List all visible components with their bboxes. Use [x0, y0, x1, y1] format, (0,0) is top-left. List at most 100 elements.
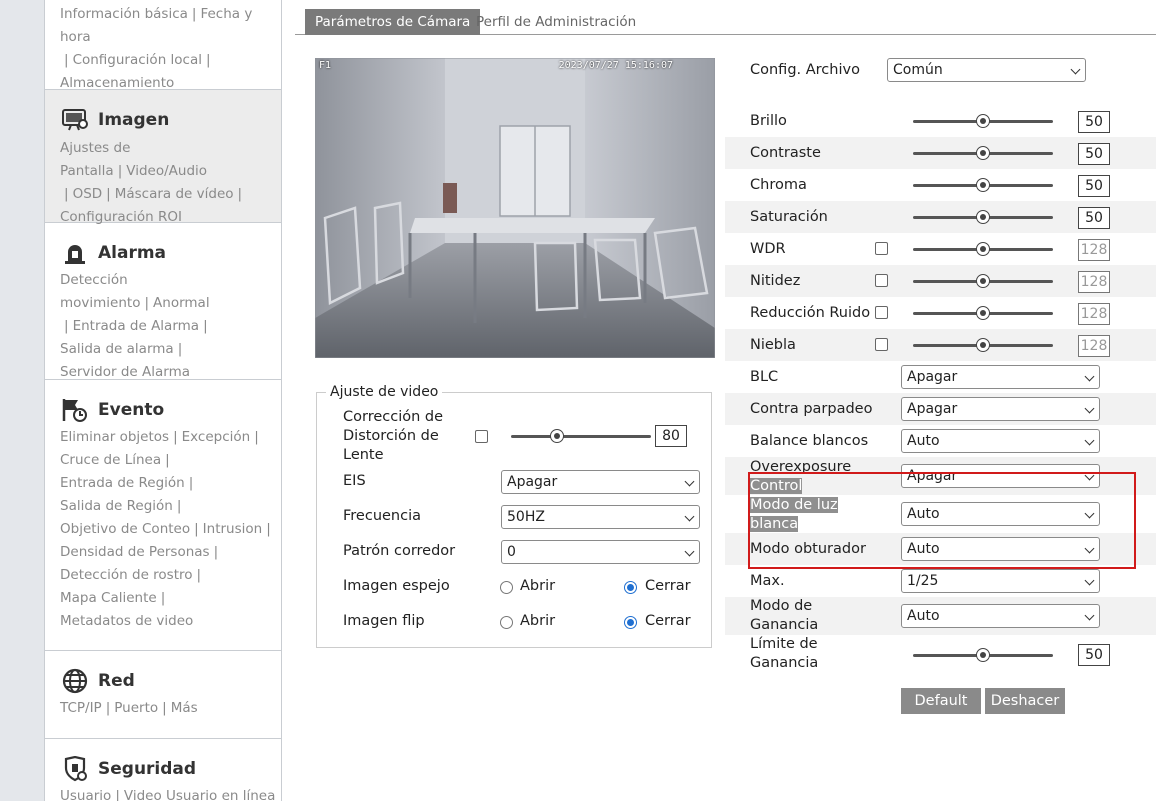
sidebar-link[interactable]: Detección movimiento — [60, 272, 140, 311]
distortion-slider[interactable] — [511, 429, 651, 443]
wdr-value[interactable]: 128 — [1078, 239, 1110, 261]
default-button[interactable]: Default — [901, 688, 981, 714]
blc-select[interactable]: Apagar — [901, 365, 1100, 389]
defog-slider[interactable] — [913, 338, 1053, 352]
sidebar-link[interactable]: Información básica — [60, 6, 188, 22]
gain-mode-row: Modo de Ganancia Auto — [725, 597, 1156, 635]
sidebar-link[interactable]: Mapa Caliente — [60, 590, 157, 606]
chevron-down-icon — [1084, 610, 1095, 621]
config-profile-row: Config. Archivo Común — [725, 55, 1156, 87]
eis-select[interactable]: Apagar — [501, 470, 700, 494]
sidebar-link[interactable]: Almacenamiento — [60, 75, 174, 91]
sharpness-value[interactable]: 128 — [1078, 271, 1110, 293]
flip-close-radio[interactable] — [624, 616, 637, 629]
undo-button[interactable]: Deshacer — [985, 688, 1065, 714]
defog-value[interactable]: 128 — [1078, 335, 1110, 357]
slider-knob[interactable] — [976, 242, 990, 256]
distortion-checkbox[interactable] — [475, 430, 488, 443]
noise-reduction-checkbox[interactable] — [875, 306, 888, 319]
sidebar-section-seguridad: Seguridad Usuario | Video Usuario en línea — [45, 739, 281, 801]
brightness-value[interactable]: 50 — [1078, 111, 1110, 133]
sidebar-section-header[interactable]: Seguridad — [61, 756, 196, 782]
sharpness-checkbox[interactable] — [875, 274, 888, 287]
chroma-value[interactable]: 50 — [1078, 175, 1110, 197]
saturation-value[interactable]: 50 — [1078, 207, 1110, 229]
slider-knob[interactable] — [550, 429, 565, 443]
tab-camera-params[interactable]: Parámetros de Cámara — [305, 9, 481, 35]
wdr-slider[interactable] — [913, 242, 1053, 256]
noise-reduction-slider[interactable] — [913, 306, 1053, 320]
config-profile-label: Config. Archivo — [750, 62, 860, 78]
saturation-slider[interactable] — [913, 210, 1053, 224]
sidebar-link[interactable]: Eliminar objetos — [60, 429, 169, 445]
sidebar-link[interactable]: Salida de alarma — [60, 341, 174, 357]
gain-limit-slider[interactable] — [913, 648, 1053, 662]
max-select[interactable]: 1/25 — [901, 569, 1100, 593]
noise-reduction-value[interactable]: 128 — [1078, 303, 1110, 325]
distortion-label-line: Corrección de — [343, 409, 444, 425]
slider-knob[interactable] — [976, 306, 990, 320]
mirror-close-label[interactable]: Cerrar — [645, 578, 691, 594]
video-preview[interactable]: F1 2023/07/27 15:16:07 — [315, 58, 715, 358]
distortion-value[interactable]: 80 — [655, 425, 687, 447]
sidebar-link[interactable]: Metadatos de video — [60, 613, 193, 629]
sidebar-link[interactable]: Excepción — [182, 429, 251, 445]
defog-checkbox[interactable] — [875, 338, 888, 351]
sidebar-link[interactable]: Configuración local — [73, 52, 202, 68]
tab-admin-profile[interactable]: Perfil de Administración — [466, 9, 646, 35]
contrast-value[interactable]: 50 — [1078, 143, 1110, 165]
sharpness-label: Nitidez — [750, 273, 801, 289]
chroma-slider[interactable] — [913, 178, 1053, 192]
sidebar-link[interactable]: Máscara de vídeo — [115, 186, 234, 202]
corridor-select[interactable]: 0 — [501, 540, 700, 564]
flip-open-label[interactable]: Abrir — [520, 613, 555, 629]
distortion-label-line: Lente — [343, 447, 384, 463]
gain-limit-value[interactable]: 50 — [1078, 644, 1110, 666]
contrast-slider[interactable] — [913, 146, 1053, 160]
slider-track — [511, 435, 651, 438]
sidebar-link[interactable]: Anormal — [153, 295, 210, 311]
sidebar-link[interactable]: Objetivo de Conteo — [60, 521, 190, 537]
config-profile-select[interactable]: Común — [887, 58, 1086, 82]
distortion-label: Corrección de Distorción de Lente — [343, 408, 443, 465]
sidebar-link[interactable]: Intrusion — [203, 521, 263, 537]
slider-knob[interactable] — [976, 274, 990, 288]
sidebar-link[interactable]: Puerto — [114, 700, 158, 716]
sidebar-link[interactable]: Más — [171, 700, 198, 716]
sidebar-link[interactable]: Video Usuario en línea — [124, 788, 276, 801]
slider-knob[interactable] — [976, 146, 990, 160]
slider-knob[interactable] — [976, 648, 990, 662]
flip-open-radio[interactable] — [500, 616, 513, 629]
sidebar-section-header[interactable]: Imagen — [61, 107, 169, 133]
mirror-open-radio[interactable] — [500, 581, 513, 594]
antiflicker-select[interactable]: Apagar — [901, 397, 1100, 421]
flip-close-label[interactable]: Cerrar — [645, 613, 691, 629]
sidebar-link[interactable]: Detección de rostro — [60, 567, 193, 583]
sidebar-link[interactable]: Densidad de Personas — [60, 544, 210, 560]
gain-mode-select[interactable]: Auto — [901, 604, 1100, 628]
slider-knob[interactable] — [976, 114, 990, 128]
sidebar-link[interactable]: Video/Audio — [126, 163, 207, 179]
slider-knob[interactable] — [976, 178, 990, 192]
sidebar-link[interactable]: Salida de Región — [60, 498, 173, 514]
sidebar-section-header[interactable]: Alarma — [61, 240, 166, 266]
sidebar-section-header[interactable]: Evento — [61, 397, 164, 423]
wdr-checkbox[interactable] — [875, 242, 888, 255]
camera-image — [315, 58, 715, 358]
sidebar-link[interactable]: OSD — [73, 186, 103, 202]
sharpness-slider[interactable] — [913, 274, 1053, 288]
frequency-select[interactable]: 50HZ — [501, 505, 700, 529]
sidebar-link[interactable]: Entrada de Región — [60, 475, 185, 491]
sidebar-link[interactable]: Servidor de Alarma — [60, 364, 190, 380]
sidebar-section-header[interactable]: Red — [61, 668, 135, 694]
white-balance-select[interactable]: Auto — [901, 429, 1100, 453]
slider-knob[interactable] — [976, 210, 990, 224]
slider-knob[interactable] — [976, 338, 990, 352]
sidebar-link[interactable]: Entrada de Alarma — [73, 318, 200, 334]
mirror-close-radio[interactable] — [624, 581, 637, 594]
sidebar-link[interactable]: Usuario — [60, 788, 111, 801]
sidebar-link[interactable]: Cruce de Línea — [60, 452, 161, 468]
mirror-open-label[interactable]: Abrir — [520, 578, 555, 594]
sidebar-link[interactable]: TCP/IP — [60, 700, 102, 716]
brightness-slider[interactable] — [913, 114, 1053, 128]
